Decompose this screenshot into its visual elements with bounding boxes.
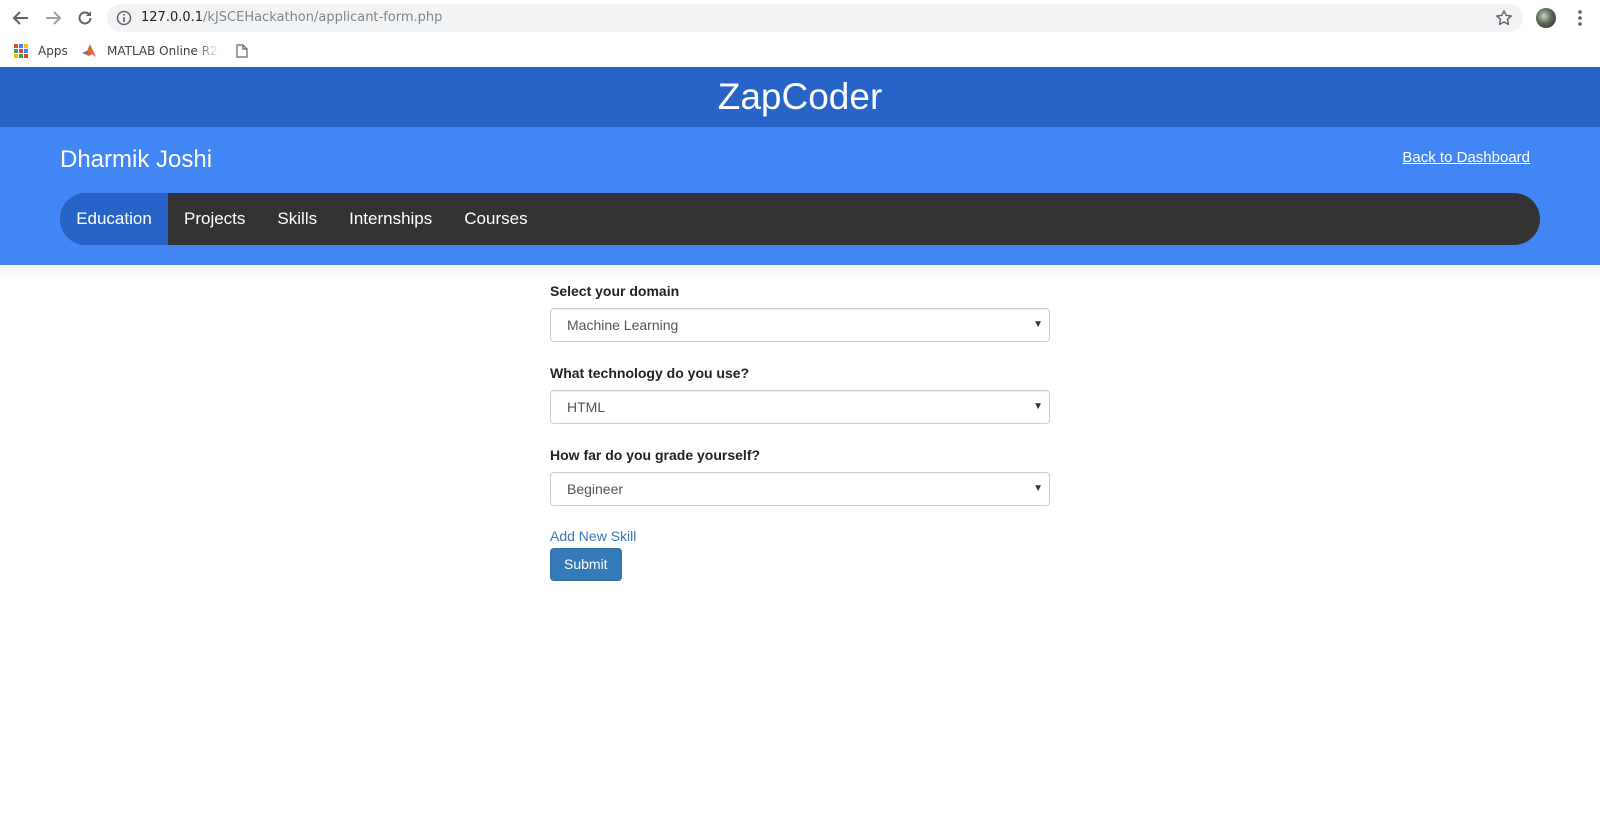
url-host: 127.0.0.1 — [141, 10, 204, 25]
profile-banner: Dharmik Joshi Back to Dashboard Educatio… — [0, 127, 1600, 265]
domain-label: Select your domain — [550, 283, 680, 299]
tab-courses[interactable]: Courses — [448, 193, 543, 245]
back-arrow-icon[interactable] — [9, 6, 33, 30]
grade-label: How far do you grade yourself? — [550, 447, 761, 463]
matlab-icon — [82, 44, 96, 57]
forward-arrow-icon[interactable] — [41, 6, 65, 30]
bookmark-apps[interactable]: Apps — [14, 42, 68, 60]
bookmark-matlab[interactable]: MATLAB Online R201 — [81, 42, 219, 60]
bookmark-apps-label: Apps — [38, 44, 68, 58]
address-bar[interactable]: 127.0.0.1/kJSCEHackathon/applicant-form.… — [107, 4, 1523, 32]
technology-label: What technology do you use? — [550, 365, 750, 381]
grade-select[interactable]: Begineer ▼ — [550, 472, 1050, 506]
tab-education[interactable]: Education — [60, 193, 168, 245]
url-path: /kJSCEHackathon/applicant-form.php — [203, 10, 443, 25]
back-to-dashboard-link[interactable]: Back to Dashboard — [1402, 149, 1530, 166]
tab-skills[interactable]: Skills — [261, 193, 333, 245]
grade-select-value: Begineer — [567, 481, 624, 497]
bookmark-matlab-label: MATLAB Online R201 — [107, 44, 219, 58]
chevron-down-icon: ▼ — [1033, 319, 1043, 330]
bookmark-star-icon[interactable] — [1495, 9, 1513, 27]
reload-icon[interactable] — [73, 6, 97, 30]
url-text: 127.0.0.1/kJSCEHackathon/applicant-form.… — [141, 10, 442, 26]
profile-avatar[interactable] — [1536, 8, 1556, 28]
info-icon[interactable] — [116, 10, 132, 26]
page-icon — [236, 44, 248, 58]
chevron-down-icon: ▼ — [1033, 483, 1043, 494]
browser-toolbar: 127.0.0.1/kJSCEHackathon/applicant-form.… — [0, 0, 1600, 36]
domain-select[interactable]: Machine Learning ▼ — [550, 308, 1050, 342]
bookmark-page[interactable] — [236, 42, 248, 60]
more-menu-icon[interactable] — [1572, 8, 1588, 28]
submit-button[interactable]: Submit — [550, 548, 622, 581]
add-new-skill-link[interactable]: Add New Skill — [550, 527, 1050, 545]
chevron-down-icon: ▼ — [1033, 401, 1043, 412]
tab-internships[interactable]: Internships — [333, 193, 448, 245]
skill-form: Select your domain Machine Learning ▼ Wh… — [550, 282, 1050, 581]
domain-select-value: Machine Learning — [567, 317, 679, 333]
technology-select-value: HTML — [567, 399, 606, 415]
banner-divider — [0, 265, 1600, 277]
technology-select[interactable]: HTML ▼ — [550, 390, 1050, 424]
site-title: ZapCoder — [717, 76, 883, 117]
apps-grid-icon — [14, 44, 28, 58]
site-header: ZapCoder — [0, 67, 1600, 127]
bookmarks-bar: Apps MATLAB Online R201 — [0, 36, 1600, 67]
user-name: Dharmik Joshi — [60, 146, 213, 173]
tab-projects[interactable]: Projects — [168, 193, 261, 245]
section-tabs: Education Projects Skills Internships Co… — [60, 193, 1540, 245]
